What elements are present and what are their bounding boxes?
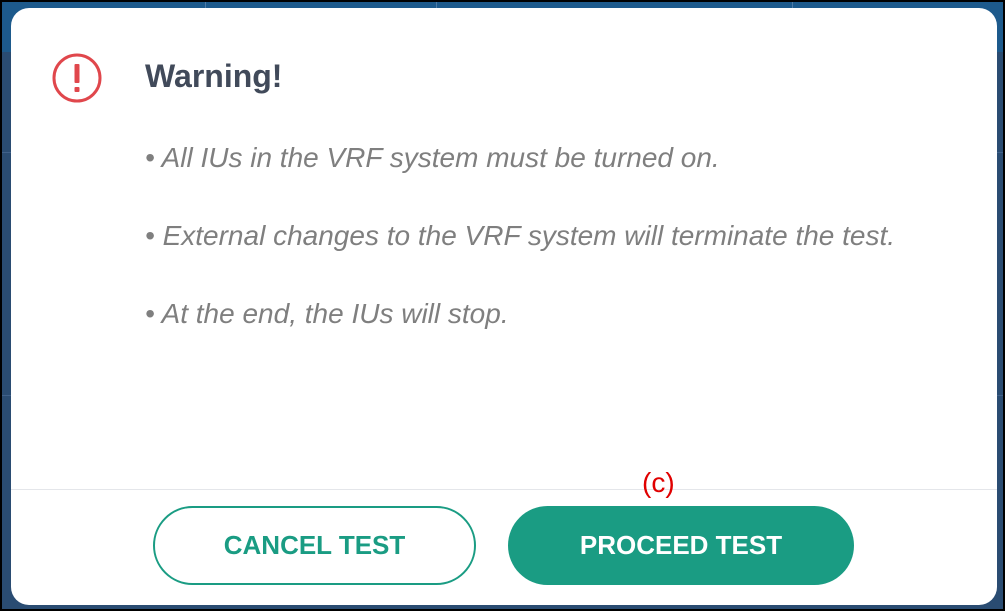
warning-dialog: Warning! • All IUs in the VRF system mus… xyxy=(11,8,997,605)
warning-message-item: • External changes to the VRF system wil… xyxy=(145,220,896,251)
footer-divider xyxy=(11,489,997,490)
proceed-test-button[interactable]: PROCEED TEST xyxy=(508,506,854,585)
warning-message-list: • All IUs in the VRF system must be turn… xyxy=(145,134,955,368)
cancel-test-button[interactable]: CANCEL TEST xyxy=(153,506,476,585)
warning-message-item: • All IUs in the VRF system must be turn… xyxy=(145,142,720,173)
exclamation-circle-icon xyxy=(52,53,102,103)
dialog-title: Warning! xyxy=(145,58,283,94)
warning-message-item: • At the end, the IUs will stop. xyxy=(145,298,509,329)
annotation-label: (c) xyxy=(642,467,675,498)
